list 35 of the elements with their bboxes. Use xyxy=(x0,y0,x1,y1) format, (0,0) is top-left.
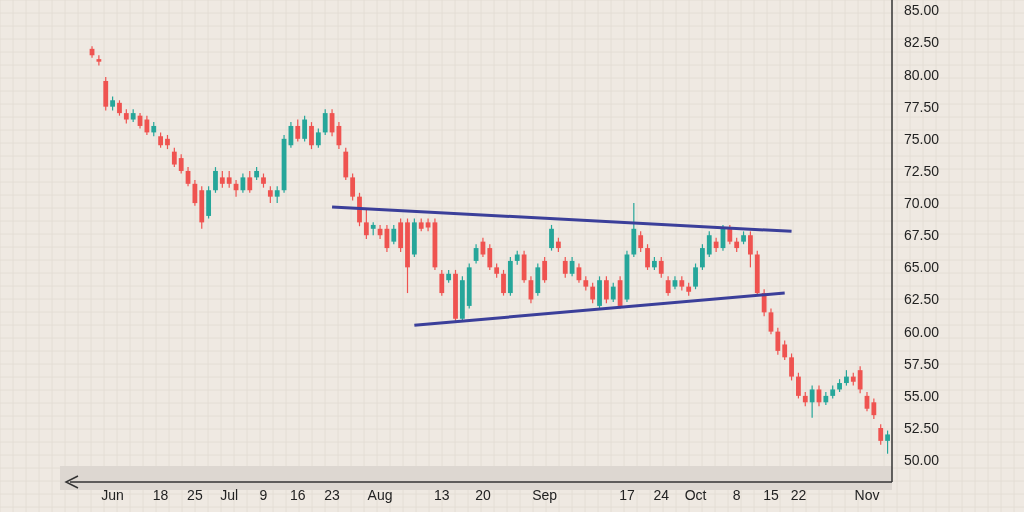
x-tick-label: 18 xyxy=(152,487,169,503)
x-tick-label: 15 xyxy=(763,487,779,503)
x-tick-label: 8 xyxy=(732,487,741,503)
x-tick-label: Aug xyxy=(367,487,393,503)
y-tick-label: 52.50 xyxy=(904,420,940,436)
x-tick-label: Nov xyxy=(854,487,880,503)
y-tick-label: 50.00 xyxy=(904,452,940,469)
y-tick-label: 75.00 xyxy=(904,130,940,147)
x-tick-label: Sep xyxy=(532,487,558,503)
x-tick-label: 17 xyxy=(619,487,635,503)
x-tick-label: 20 xyxy=(475,487,491,503)
y-tick-label: 77.50 xyxy=(904,98,940,115)
y-tick-label: 57.50 xyxy=(904,355,940,372)
candlestick xyxy=(556,237,561,253)
y-tick-label: 60.00 xyxy=(904,323,940,340)
x-tick-label: 13 xyxy=(434,487,450,503)
x-tick-label: 23 xyxy=(324,487,340,503)
y-tick-label: 65.00 xyxy=(904,259,940,276)
candlestick xyxy=(549,224,554,252)
y-tick-label: 55.00 xyxy=(904,387,940,404)
x-tick-label: 25 xyxy=(187,487,203,503)
x-tick-label: 16 xyxy=(290,487,306,503)
y-tick-label: 67.50 xyxy=(904,227,940,244)
y-tick-label: 82.50 xyxy=(904,34,940,51)
y-tick-label: 80.00 xyxy=(904,66,940,83)
x-tick-label: Jul xyxy=(220,487,239,503)
x-tick-label: 9 xyxy=(259,487,268,503)
x-tick-label: Oct xyxy=(684,487,707,503)
y-tick-label: 70.00 xyxy=(904,195,940,212)
x-tick-label: 22 xyxy=(790,487,807,503)
x-tick-label: Jun xyxy=(101,487,124,503)
x-tick-label: 24 xyxy=(653,487,670,503)
y-tick-label: 85.00 xyxy=(904,2,940,19)
y-tick-label: 62.50 xyxy=(904,291,940,308)
y-tick-label: 72.50 xyxy=(904,162,940,179)
